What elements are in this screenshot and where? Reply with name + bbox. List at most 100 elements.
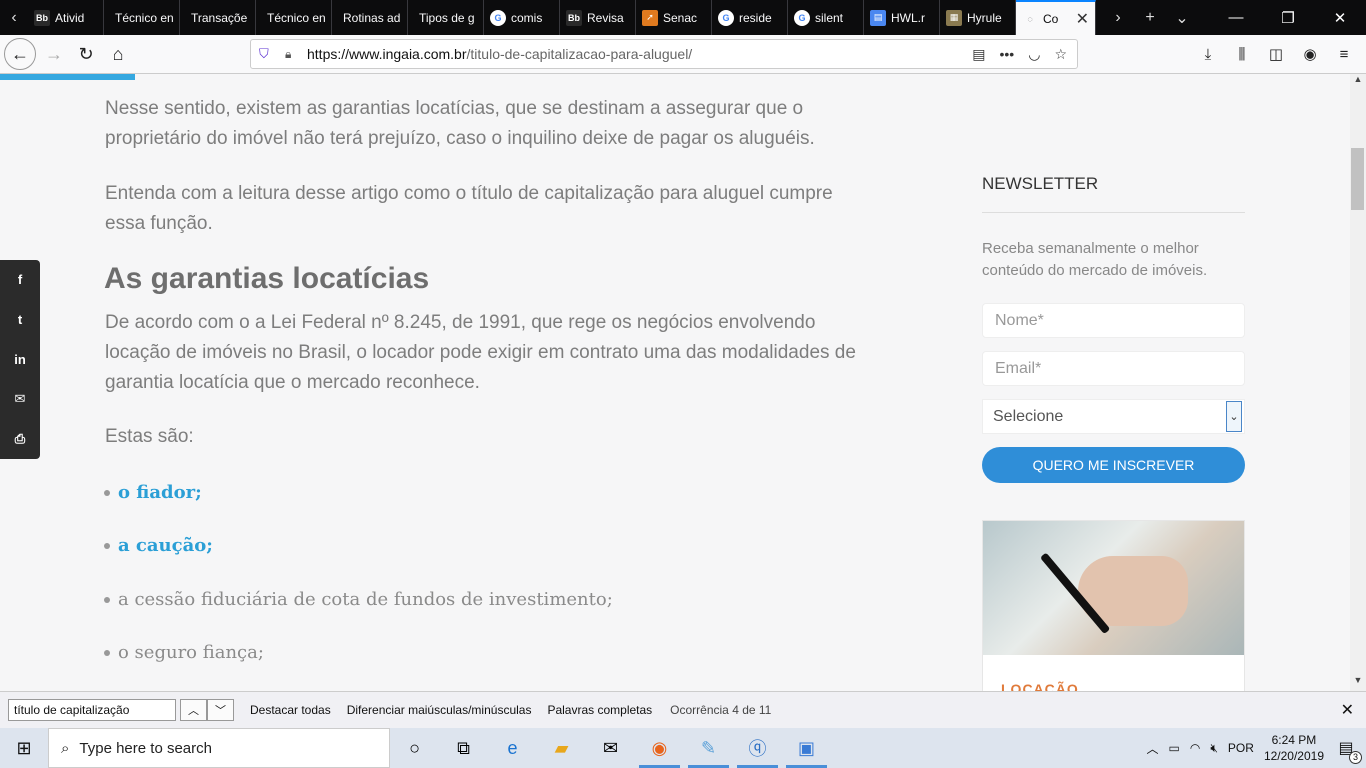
bullet-icon: [104, 596, 110, 603]
list-item-text[interactable]: o fiador;: [118, 482, 202, 503]
highlight-all-option[interactable]: Destacar todas: [250, 703, 331, 717]
chevron-down-icon[interactable]: ⌄: [1226, 401, 1242, 432]
edge-icon[interactable]: e: [488, 728, 537, 768]
scroll-down-icon[interactable]: ▼: [1350, 675, 1366, 691]
list-item: a cessão fiduciária de cota de fundos de…: [104, 589, 613, 610]
url-bar[interactable]: ⛉ 🔒︎ https://www.ingaia.com.br/titulo-de…: [250, 39, 1078, 69]
scrollbar-thumb[interactable]: [1351, 148, 1364, 210]
profile-select[interactable]: Selecione ⌄: [982, 399, 1245, 434]
tray-overflow-icon[interactable]: ︿: [1147, 740, 1159, 757]
restore-icon[interactable]: ❐: [1262, 0, 1314, 35]
tab-4[interactable]: Rotinas ad: [332, 0, 408, 35]
paragraph-garantias: Nesse sentido, existem as garantias loca…: [105, 98, 815, 149]
list-item[interactable]: o fiador;: [104, 482, 202, 503]
battery-icon[interactable]: ▭: [1169, 741, 1180, 755]
cortana-icon[interactable]: ○: [390, 728, 439, 768]
list-item-text[interactable]: a caução;: [118, 535, 213, 556]
wifi-icon[interactable]: ◠: [1190, 741, 1200, 755]
notifications-icon[interactable]: ▤ 3: [1334, 738, 1362, 764]
sidebar-icon[interactable]: ◫: [1262, 39, 1290, 69]
url-text[interactable]: https://www.ingaia.com.br/titulo-de-capi…: [307, 46, 692, 62]
tab-3[interactable]: Técnico en: [256, 0, 332, 35]
list-all-tabs-icon[interactable]: ⌄: [1166, 8, 1198, 28]
clock-date: 12/20/2019: [1263, 749, 1324, 763]
taskbar-search[interactable]: ⌕ Type here to search: [48, 728, 390, 768]
email-share-icon[interactable]: ✉: [0, 379, 40, 419]
tab-2[interactable]: Transaçõe: [180, 0, 256, 35]
clock-time: 6:24 PM: [1271, 733, 1317, 747]
tab-8[interactable]: ➚ Senac: [636, 0, 712, 35]
viewer-icon[interactable]: ▣: [782, 728, 831, 768]
scroll-tabs-right-icon[interactable]: ›: [1102, 9, 1134, 27]
firefox-icon[interactable]: ◉: [635, 728, 684, 768]
reader-view-icon[interactable]: ▤: [972, 46, 985, 63]
minimize-icon[interactable]: —: [1210, 0, 1262, 35]
home-button[interactable]: ⌂: [102, 38, 134, 70]
task-view-icon[interactable]: ⧉: [439, 728, 488, 768]
print-icon[interactable]: ⎙: [0, 419, 40, 459]
card-category[interactable]: LOCAÇÃO: [1001, 681, 1079, 691]
whole-words-option[interactable]: Palavras completas: [547, 703, 652, 717]
reload-button[interactable]: ↻: [70, 38, 102, 70]
share-bar: f t in ✉ ⎙: [0, 260, 40, 459]
list-item[interactable]: a caução;: [104, 535, 213, 556]
find-previous-button[interactable]: ︿: [180, 699, 207, 721]
tab-10[interactable]: Gsilent: [788, 0, 864, 35]
back-button[interactable]: ←: [4, 38, 36, 70]
name-field[interactable]: Nome*: [982, 303, 1245, 338]
game-icon: ▦: [946, 9, 962, 26]
facebook-share-icon[interactable]: f: [0, 260, 40, 300]
close-find-icon[interactable]: ✕: [1341, 700, 1354, 720]
tab-11[interactable]: ▤ HWL.r: [864, 0, 940, 35]
menu-icon[interactable]: ≡: [1330, 39, 1358, 69]
volume-muted-icon[interactable]: 🔇︎: [1210, 741, 1218, 756]
close-window-icon[interactable]: ✕: [1314, 0, 1366, 35]
tab-6[interactable]: Gcomis: [484, 0, 560, 35]
tab-label: Tipos de g: [419, 10, 475, 25]
file-explorer-icon[interactable]: ▰: [537, 728, 586, 768]
tab-5[interactable]: Tipos de g: [408, 0, 484, 35]
lock-icon[interactable]: 🔒︎: [285, 47, 299, 62]
google-icon: G: [794, 9, 810, 26]
article-card[interactable]: LOCAÇÃO: [982, 520, 1245, 691]
downloads-icon[interactable]: ⤓: [1194, 39, 1222, 69]
find-next-button[interactable]: ﹀: [207, 699, 234, 721]
mail-icon[interactable]: ✉: [586, 728, 635, 768]
tab-0[interactable]: Bb Ativid: [28, 0, 104, 35]
tab-label: Co: [1043, 11, 1059, 26]
new-tab-icon[interactable]: +: [1134, 9, 1166, 27]
close-tab-icon[interactable]: ✕: [1076, 9, 1089, 29]
account-icon[interactable]: ◉: [1296, 39, 1324, 69]
section-heading: As garantias locatícias: [104, 262, 430, 295]
loading-icon: ◌: [1027, 13, 1033, 24]
paint-icon[interactable]: ✎: [684, 728, 733, 768]
url-domain: https://www.ingaia.com.br: [307, 46, 467, 62]
tab-1[interactable]: Técnico en: [104, 0, 180, 35]
page-actions-icon[interactable]: •••: [1000, 46, 1015, 63]
url-path: /titulo-de-capitalizacao-para-aluguel/: [466, 46, 693, 62]
tab-7[interactable]: Bb Revisa: [560, 0, 636, 35]
linkedin-share-icon[interactable]: in: [0, 340, 40, 380]
find-status: Ocorrência 4 de 11: [670, 703, 772, 717]
library-icon[interactable]: ⫼: [1228, 39, 1256, 69]
language-indicator[interactable]: POR: [1228, 741, 1254, 755]
qbittorrent-icon[interactable]: ⓠ: [733, 728, 782, 768]
tracking-shield-icon[interactable]: ⛉: [259, 46, 275, 62]
windows-start-icon[interactable]: ⊞: [0, 728, 48, 768]
pocket-icon[interactable]: ◡: [1028, 46, 1040, 63]
list-item-text: a cessão fiduciária de cota de fundos de…: [118, 589, 613, 610]
page-scrollbar[interactable]: ▲ ▼: [1350, 74, 1366, 691]
email-field[interactable]: Email*: [982, 351, 1245, 386]
twitter-share-icon[interactable]: t: [0, 300, 40, 340]
forward-button[interactable]: →: [38, 38, 70, 70]
scroll-up-icon[interactable]: ▲: [1350, 74, 1366, 90]
bookmark-star-icon[interactable]: ☆: [1054, 46, 1067, 63]
scroll-tabs-left-icon[interactable]: ‹: [0, 0, 28, 35]
find-input[interactable]: título de capitalização: [8, 699, 176, 721]
subscribe-button[interactable]: QUERO ME INSCREVER: [982, 447, 1245, 483]
tab-12[interactable]: ▦ Hyrule: [940, 0, 1016, 35]
tab-active[interactable]: ◌ Co ✕: [1016, 0, 1096, 35]
tab-9[interactable]: Greside: [712, 0, 788, 35]
match-case-option[interactable]: Diferenciar maiúsculas/minúsculas: [347, 703, 532, 717]
clock[interactable]: 6:24 PM 12/20/2019: [1264, 732, 1324, 764]
